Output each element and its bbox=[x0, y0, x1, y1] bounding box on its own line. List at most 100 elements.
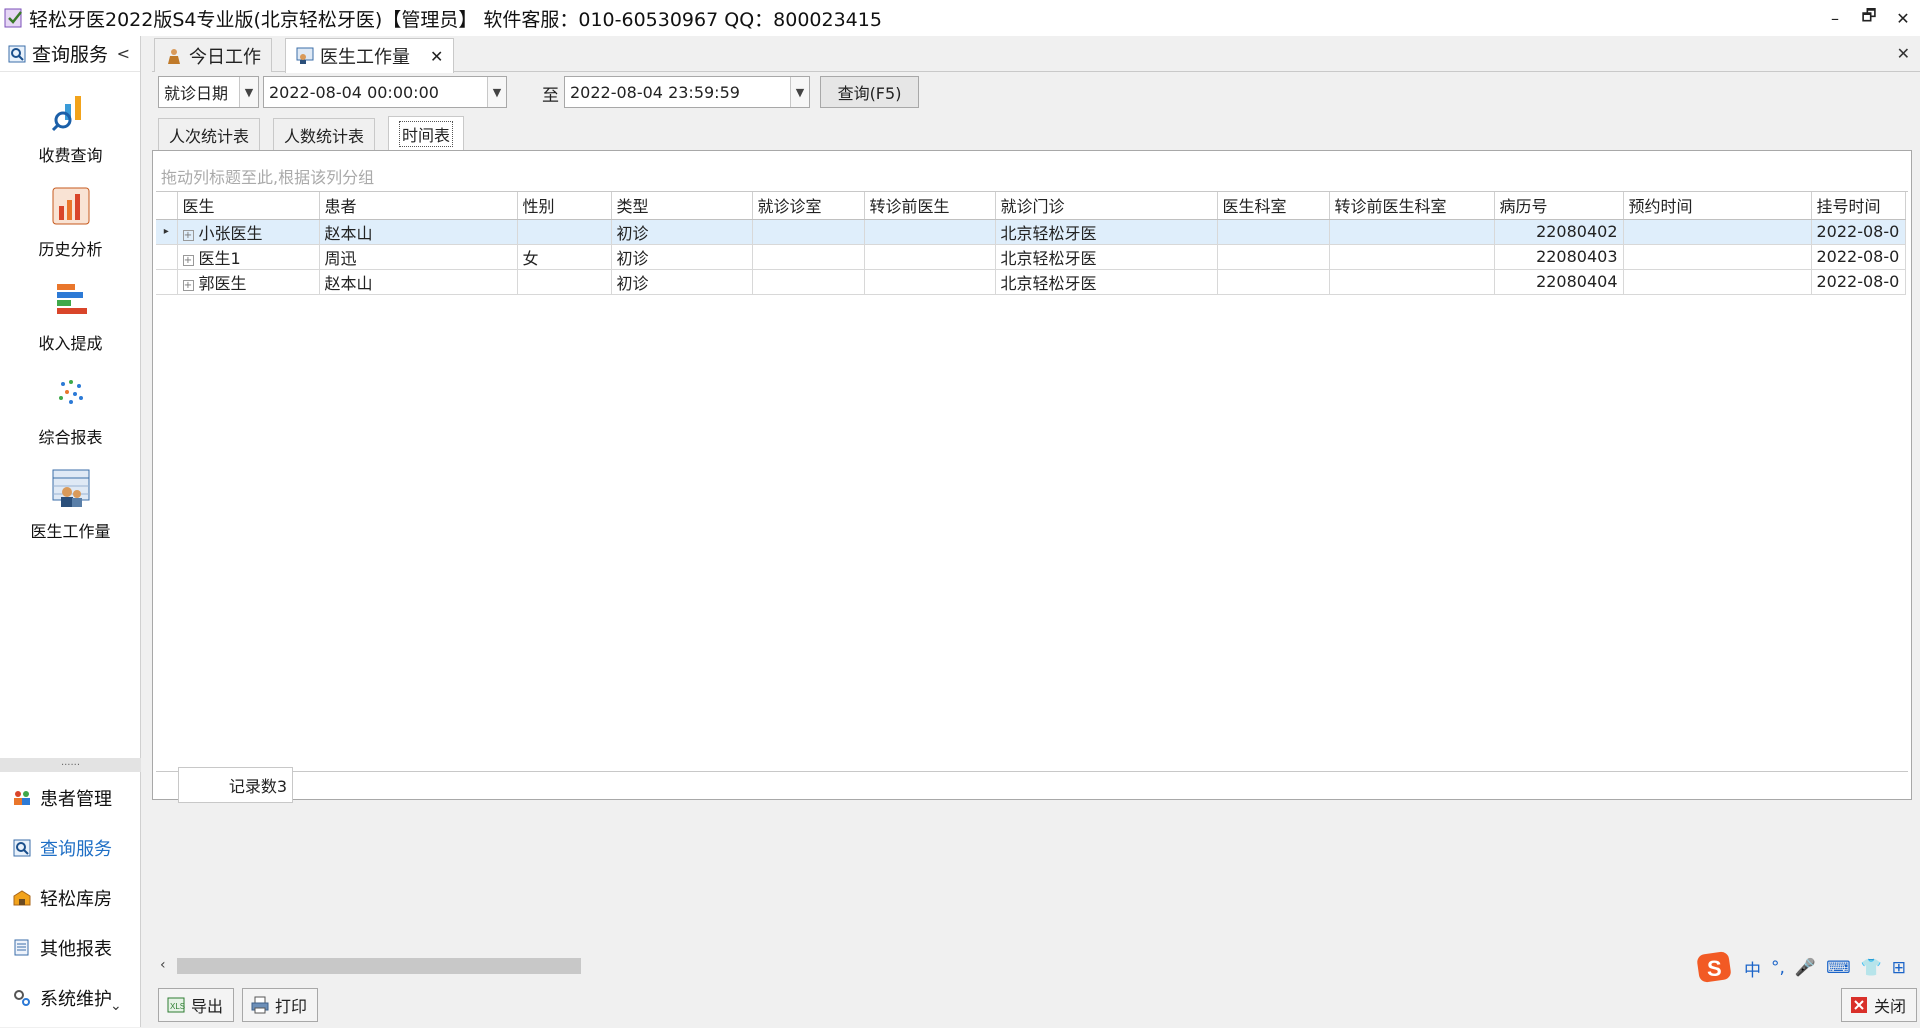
expand-icon[interactable]: + bbox=[182, 254, 194, 266]
cell-dept[interactable] bbox=[1217, 244, 1330, 270]
tab-doctor-workload[interactable]: 医生工作量 ✕ bbox=[285, 38, 455, 73]
tab-today-work[interactable]: 今日工作 bbox=[154, 38, 272, 72]
tile-doctor-workload[interactable]: 医生工作量 bbox=[0, 464, 141, 554]
cell-appt-time[interactable] bbox=[1623, 219, 1812, 245]
cell-room[interactable] bbox=[752, 244, 865, 270]
tile-fee-query[interactable]: 收费查询 bbox=[0, 88, 141, 178]
cell-reg-time[interactable]: 2022-08-0 bbox=[1811, 269, 1906, 295]
collapse-sidebar-button[interactable]: < bbox=[117, 44, 130, 63]
cell-sex[interactable] bbox=[517, 269, 612, 295]
expand-icon[interactable]: + bbox=[182, 229, 194, 241]
start-datetime-input[interactable]: 2022-08-04 00:00:00 ▼ bbox=[263, 76, 507, 108]
ime-toolbox-icon[interactable]: ⊞ bbox=[1892, 958, 1906, 978]
chevron-down-icon[interactable]: ▼ bbox=[239, 77, 258, 107]
cell-patient[interactable]: 赵本山 bbox=[319, 269, 518, 295]
cell-room[interactable] bbox=[752, 269, 865, 295]
cell-dept[interactable] bbox=[1217, 269, 1330, 295]
table-row[interactable]: ▸ + 小张医生 赵本山 初诊 北京轻松牙医 22080402 2022-08-0 bbox=[156, 219, 1906, 245]
group-by-drop-zone[interactable]: 拖动列标题至此,根据该列分组 bbox=[161, 164, 374, 188]
cell-sex[interactable]: 女 bbox=[517, 244, 612, 270]
tile-history-analysis[interactable]: 历史分析 bbox=[0, 182, 141, 272]
cell-doctor[interactable]: + 郭医生 bbox=[177, 269, 320, 295]
cell-prev-dept[interactable] bbox=[1329, 219, 1495, 245]
cell-sex[interactable] bbox=[517, 219, 612, 245]
cell-record-no[interactable]: 22080403 bbox=[1494, 244, 1624, 270]
column-header[interactable]: 医生科室 bbox=[1217, 192, 1330, 220]
close-window-button[interactable]: ✕ bbox=[1886, 0, 1920, 36]
scroll-left-icon[interactable]: ‹ bbox=[160, 957, 166, 973]
nav-other-reports[interactable]: 其他报表 bbox=[0, 928, 141, 968]
cell-clinic[interactable]: 北京轻松牙医 bbox=[995, 244, 1218, 270]
cell-record-no[interactable]: 22080404 bbox=[1494, 269, 1624, 295]
cell-appt-time[interactable] bbox=[1623, 269, 1812, 295]
nav-query-service[interactable]: 查询服务 bbox=[0, 828, 141, 868]
column-header[interactable]: 转诊前医生 bbox=[864, 192, 996, 220]
column-header[interactable]: 转诊前医生科室 bbox=[1329, 192, 1495, 220]
cell-clinic[interactable]: 北京轻松牙医 bbox=[995, 269, 1218, 295]
cell-appt-time[interactable] bbox=[1623, 244, 1812, 270]
column-header[interactable]: 患者 bbox=[319, 192, 518, 220]
export-button[interactable]: XLS 导出 bbox=[158, 988, 234, 1022]
expand-icon[interactable]: + bbox=[182, 279, 194, 291]
cell-dept[interactable] bbox=[1217, 219, 1330, 245]
nav-patients[interactable]: 患者管理 bbox=[0, 778, 141, 818]
query-button[interactable]: 查询(F5) bbox=[820, 76, 919, 108]
table-row[interactable]: + 郭医生 赵本山 初诊 北京轻松牙医 22080404 2022-08-0 bbox=[156, 269, 1906, 295]
ime-voice-icon[interactable]: 🎤 bbox=[1795, 958, 1816, 978]
print-label: 打印 bbox=[275, 997, 308, 1016]
end-datetime-input[interactable]: 2022-08-04 23:59:59 ▼ bbox=[564, 76, 810, 108]
tile-label: 综合报表 bbox=[38, 428, 103, 447]
cell-prev-doctor[interactable] bbox=[864, 219, 996, 245]
horizontal-scrollbar[interactable]: ‹ bbox=[155, 956, 1909, 976]
ime-punctuation-icon[interactable]: °, bbox=[1771, 958, 1785, 978]
cell-patient[interactable]: 周迅 bbox=[319, 244, 518, 270]
table-row[interactable]: + 医生1 周迅 女 初诊 北京轻松牙医 22080403 2022-08-0 bbox=[156, 244, 1906, 270]
sidebar-splitter[interactable]: ...... bbox=[0, 758, 141, 772]
subtab-patient-count[interactable]: 人数统计表 bbox=[273, 118, 376, 150]
ime-keyboard-icon[interactable]: ⌨ bbox=[1826, 958, 1851, 978]
cell-reg-time[interactable]: 2022-08-0 bbox=[1811, 244, 1906, 270]
tile-income-commission[interactable]: 收入提成 bbox=[0, 276, 141, 366]
tile-comprehensive-report[interactable]: 综合报表 bbox=[0, 370, 141, 460]
cell-patient[interactable]: 赵本山 bbox=[319, 219, 518, 245]
print-button[interactable]: 打印 bbox=[242, 988, 318, 1022]
cell-prev-dept[interactable] bbox=[1329, 244, 1495, 270]
ime-chinese-mode-icon[interactable]: 中 bbox=[1744, 956, 1761, 981]
cell-prev-doctor[interactable] bbox=[864, 244, 996, 270]
cell-doctor[interactable]: + 医生1 bbox=[177, 244, 320, 270]
column-header[interactable]: 预约时间 bbox=[1623, 192, 1812, 220]
cell-type[interactable]: 初诊 bbox=[611, 219, 753, 245]
date-type-select[interactable]: 就诊日期 ▼ bbox=[158, 76, 259, 108]
subtab-timetable[interactable]: 时间表 bbox=[388, 116, 465, 150]
grid-footer: 记录数3 bbox=[156, 767, 1908, 803]
subtab-visit-count[interactable]: 人次统计表 bbox=[158, 118, 261, 150]
column-header[interactable]: 挂号时间 bbox=[1811, 192, 1906, 220]
column-header[interactable]: 医生 bbox=[177, 192, 320, 220]
column-header[interactable]: 性别 bbox=[517, 192, 612, 220]
ime-toolbar[interactable]: S 中 °, 🎤 ⌨ 👕 ⊞ bbox=[1696, 948, 1906, 988]
scrollbar-thumb[interactable] bbox=[177, 958, 581, 974]
cell-doctor[interactable]: + 小张医生 bbox=[177, 219, 320, 245]
chevron-down-icon[interactable]: ▼ bbox=[790, 77, 809, 107]
close-tab-icon[interactable]: ✕ bbox=[430, 47, 443, 66]
column-header[interactable]: 类型 bbox=[611, 192, 753, 220]
column-header[interactable]: 就诊门诊 bbox=[995, 192, 1218, 220]
chevron-down-icon[interactable]: ▼ bbox=[487, 77, 506, 107]
minimize-button[interactable]: – bbox=[1818, 0, 1852, 36]
ime-skin-icon[interactable]: 👕 bbox=[1861, 958, 1882, 978]
cell-reg-time[interactable]: 2022-08-0 bbox=[1811, 219, 1906, 245]
restore-button[interactable]: 🗗 bbox=[1852, 0, 1886, 36]
cell-prev-dept[interactable] bbox=[1329, 269, 1495, 295]
close-all-tabs-icon[interactable]: ✕ bbox=[1897, 44, 1910, 63]
cell-prev-doctor[interactable] bbox=[864, 269, 996, 295]
column-header[interactable]: 就诊诊室 bbox=[752, 192, 865, 220]
close-button[interactable]: 关闭 bbox=[1841, 988, 1917, 1022]
cell-room[interactable] bbox=[752, 219, 865, 245]
chevron-down-icon[interactable]: ⌄ bbox=[110, 998, 122, 1014]
cell-record-no[interactable]: 22080402 bbox=[1494, 219, 1624, 245]
nav-warehouse[interactable]: 轻松库房 bbox=[0, 878, 141, 918]
column-header[interactable]: 病历号 bbox=[1494, 192, 1624, 220]
cell-type[interactable]: 初诊 bbox=[611, 244, 753, 270]
cell-clinic[interactable]: 北京轻松牙医 bbox=[995, 219, 1218, 245]
cell-type[interactable]: 初诊 bbox=[611, 269, 753, 295]
